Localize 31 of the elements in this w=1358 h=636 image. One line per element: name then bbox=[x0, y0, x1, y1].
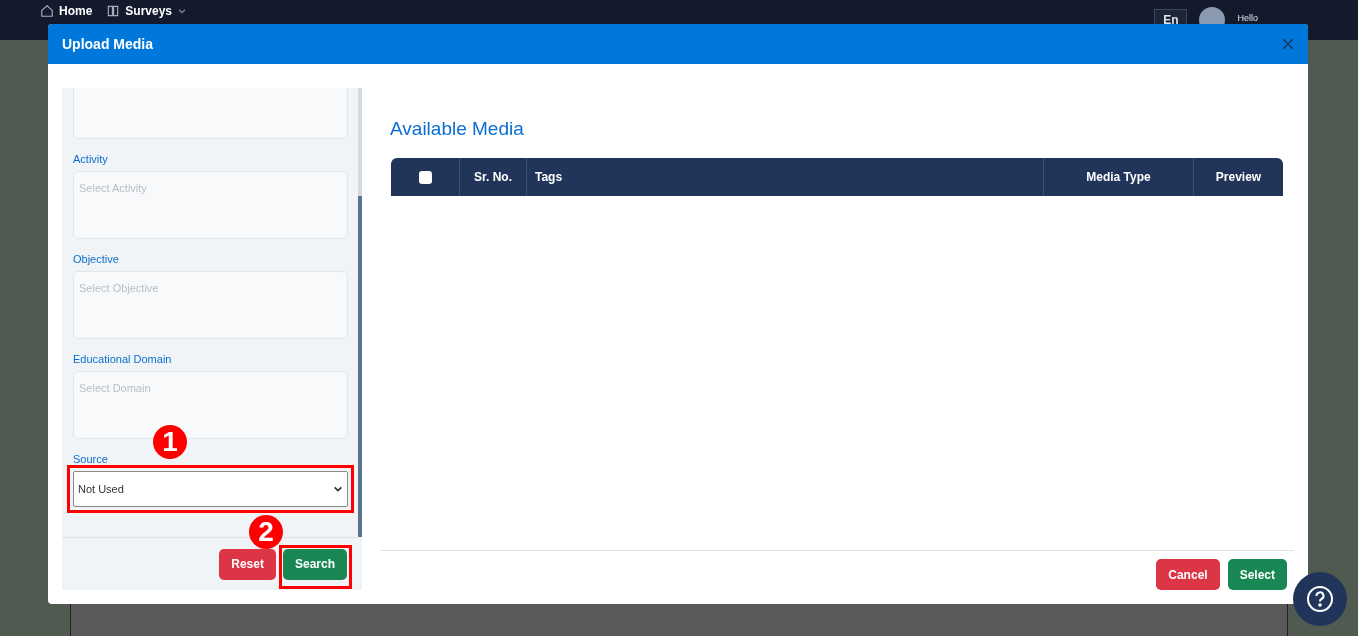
column-header: Preview bbox=[1214, 169, 1263, 186]
action-button[interactable]: Select bbox=[1227, 559, 1287, 590]
input-field[interactable] bbox=[73, 88, 348, 139]
source-select[interactable]: Not Used bbox=[73, 471, 348, 507]
field-label: Objective bbox=[73, 253, 120, 265]
close-icon bbox=[1282, 38, 1294, 50]
field-label: Source bbox=[73, 453, 109, 465]
column-header: Sr. No. bbox=[460, 158, 527, 196]
column-header: Tags bbox=[527, 158, 1044, 196]
help-button[interactable] bbox=[1293, 572, 1347, 626]
action-button[interactable]: Cancel bbox=[1156, 559, 1220, 590]
action-button[interactable]: Reset bbox=[219, 548, 276, 580]
greeting-text: Hello bbox=[1237, 13, 1258, 23]
chevron-icon bbox=[177, 6, 188, 16]
book-icon bbox=[106, 4, 121, 18]
dialog-title: Upload Media bbox=[62, 36, 153, 52]
step-number-badge: 2 bbox=[248, 514, 283, 549]
home-icon bbox=[40, 4, 54, 18]
action-button[interactable]: Search bbox=[282, 548, 347, 580]
step-number-badge: 1 bbox=[153, 425, 187, 459]
nav-link[interactable]: Surveys bbox=[106, 4, 188, 18]
close-button[interactable] bbox=[1282, 38, 1294, 50]
section-title: Available Media bbox=[390, 118, 525, 140]
column-header: Media Type bbox=[1044, 158, 1194, 196]
nav-link[interactable]: Home bbox=[40, 4, 93, 18]
chevron-icon bbox=[333, 484, 343, 494]
field-label: Educational Domain bbox=[73, 353, 173, 365]
field-label: Activity bbox=[73, 153, 109, 165]
help-icon bbox=[1306, 585, 1334, 613]
scrollbar[interactable] bbox=[358, 88, 362, 537]
select-all-checkbox[interactable] bbox=[418, 170, 432, 184]
